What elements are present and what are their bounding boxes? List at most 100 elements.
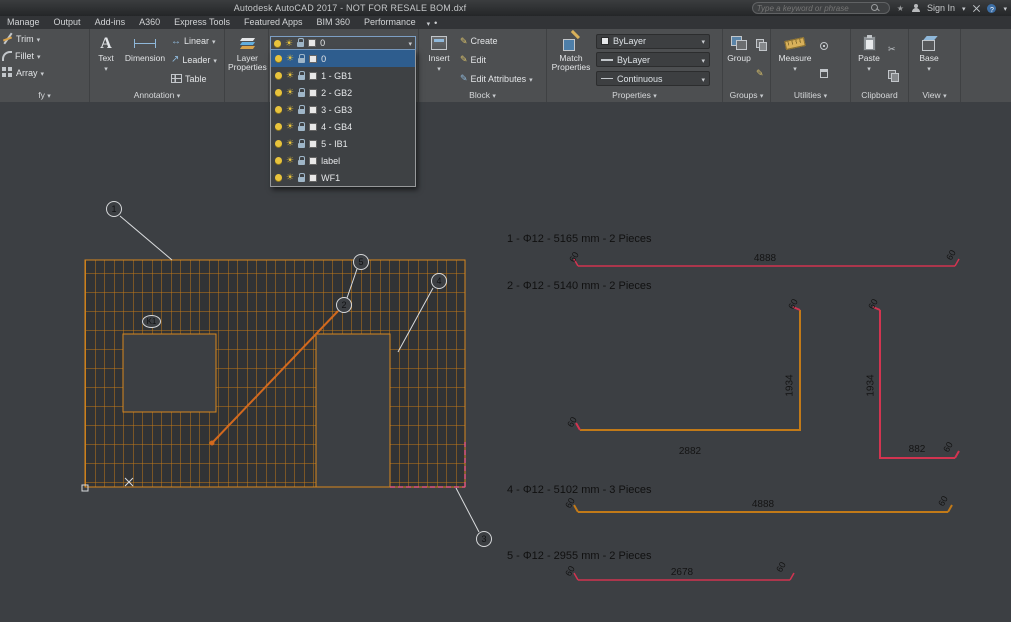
ribbon-options-caret-icon[interactable] bbox=[427, 18, 431, 28]
tab-performance[interactable]: Performance bbox=[357, 16, 423, 29]
layer-row-gb4[interactable]: 4 - GB4 bbox=[271, 118, 415, 135]
layer-on-icon[interactable] bbox=[275, 55, 282, 62]
layer-row-ib1[interactable]: 5 - IB1 bbox=[271, 135, 415, 152]
model-space-canvas[interactable]: 1 5 2 4 K1 3 1 - Φ12 - 5165 mm - 2 Piece… bbox=[0, 102, 1011, 622]
edit-attributes-caret-icon[interactable] bbox=[529, 74, 533, 84]
layer-lock-icon[interactable] bbox=[298, 160, 305, 165]
modify-panel-footer[interactable]: fy bbox=[0, 89, 89, 102]
tab-a360[interactable]: A360 bbox=[132, 16, 167, 29]
table-button[interactable]: Table bbox=[171, 70, 217, 87]
tab-featured-apps[interactable]: Featured Apps bbox=[237, 16, 310, 29]
fillet-button[interactable]: Fillet bbox=[2, 47, 87, 64]
layer-color-swatch[interactable] bbox=[309, 123, 317, 131]
layer-row-label[interactable]: label bbox=[271, 152, 415, 169]
trim-button[interactable]: Trim bbox=[2, 30, 87, 47]
layer-color-swatch[interactable] bbox=[309, 89, 317, 97]
edit-block-button[interactable]: Edit bbox=[460, 51, 533, 68]
measure-button[interactable]: Measure bbox=[774, 31, 816, 89]
favorites-icon[interactable] bbox=[897, 3, 904, 13]
match-properties-button[interactable]: Match Properties bbox=[550, 31, 592, 89]
tab-bim360[interactable]: BIM 360 bbox=[310, 16, 358, 29]
copy-icon[interactable] bbox=[888, 70, 899, 81]
create-block-button[interactable]: Create bbox=[460, 33, 533, 50]
id-point-icon[interactable] bbox=[820, 42, 828, 50]
layer-row-gb3[interactable]: 3 - GB3 bbox=[271, 101, 415, 118]
layer-thaw-icon[interactable] bbox=[286, 71, 294, 80]
sign-in-label[interactable]: Sign In bbox=[927, 3, 955, 13]
insert-caret-icon[interactable] bbox=[437, 64, 441, 74]
layer-combo-caret-icon[interactable] bbox=[408, 38, 412, 48]
layer-thaw-icon[interactable] bbox=[286, 54, 294, 63]
layer-lock-icon[interactable] bbox=[298, 143, 305, 148]
leader-button[interactable]: Leader bbox=[171, 51, 217, 68]
layer-row-gb1[interactable]: 1 - GB1 bbox=[271, 67, 415, 84]
layer-on-icon[interactable] bbox=[275, 89, 282, 96]
search-icon[interactable] bbox=[871, 4, 880, 13]
insert-button[interactable]: Insert bbox=[422, 31, 456, 89]
utilities-panel-footer[interactable]: Utilities bbox=[771, 89, 850, 102]
layer-thaw-icon[interactable] bbox=[285, 39, 293, 48]
layer-on-icon[interactable] bbox=[275, 174, 282, 181]
layer-color-swatch[interactable] bbox=[309, 140, 317, 148]
ungroup-icon[interactable] bbox=[756, 39, 767, 50]
sign-in-caret-icon[interactable] bbox=[962, 3, 966, 13]
tab-output[interactable]: Output bbox=[47, 16, 88, 29]
layer-lock-icon[interactable] bbox=[298, 92, 305, 97]
layer-color-swatch[interactable] bbox=[308, 39, 316, 47]
dimension-button[interactable]: Dimension bbox=[123, 31, 167, 89]
groups-panel-footer[interactable]: Groups bbox=[723, 89, 770, 102]
layer-color-swatch[interactable] bbox=[309, 174, 317, 182]
layer-thaw-icon[interactable] bbox=[286, 173, 294, 182]
layer-color-swatch[interactable] bbox=[309, 157, 317, 165]
close-icon[interactable] bbox=[972, 4, 980, 12]
trim-caret-icon[interactable] bbox=[37, 34, 41, 44]
text-button[interactable]: A Text bbox=[93, 31, 119, 89]
measure-caret-icon[interactable] bbox=[793, 64, 797, 74]
object-color-select[interactable]: ByLayer bbox=[596, 34, 710, 49]
tab-manage[interactable]: Manage bbox=[0, 16, 47, 29]
layer-color-swatch[interactable] bbox=[309, 72, 317, 80]
layer-select-combo[interactable]: 0 bbox=[270, 36, 416, 50]
help-search-box[interactable] bbox=[752, 2, 890, 14]
edit-attributes-button[interactable]: Edit Attributes bbox=[460, 70, 533, 87]
ribbon-pin-icon[interactable] bbox=[434, 18, 437, 28]
block-panel-footer[interactable]: Block bbox=[419, 89, 546, 102]
user-icon[interactable] bbox=[911, 4, 920, 13]
layer-on-icon[interactable] bbox=[275, 106, 282, 113]
view-panel-footer[interactable]: View bbox=[909, 89, 960, 102]
layer-thaw-icon[interactable] bbox=[286, 105, 294, 114]
layer-on-icon[interactable] bbox=[275, 123, 282, 130]
linetype-select[interactable]: Continuous bbox=[596, 71, 710, 86]
layer-on-icon[interactable] bbox=[275, 140, 282, 147]
leader-caret-icon[interactable] bbox=[213, 55, 217, 65]
layer-lock-icon[interactable] bbox=[297, 42, 304, 47]
layer-lock-icon[interactable] bbox=[298, 75, 305, 80]
group-button[interactable]: Group bbox=[726, 31, 752, 89]
lineweight-select[interactable]: ByLayer bbox=[596, 52, 710, 67]
array-caret-icon[interactable] bbox=[41, 68, 45, 78]
base-button[interactable]: Base bbox=[912, 31, 946, 89]
linear-caret-icon[interactable] bbox=[212, 36, 216, 46]
layer-properties-button[interactable]: Layer Properties bbox=[228, 31, 267, 89]
annotation-panel-footer[interactable]: Annotation bbox=[90, 89, 224, 102]
layer-lock-icon[interactable] bbox=[298, 126, 305, 131]
paste-button[interactable]: Paste bbox=[854, 31, 884, 89]
quick-calc-icon[interactable] bbox=[820, 69, 828, 78]
linetype-caret-icon[interactable] bbox=[701, 74, 705, 84]
layer-thaw-icon[interactable] bbox=[286, 122, 294, 131]
properties-panel-footer[interactable]: Properties bbox=[547, 89, 722, 102]
layer-row-0[interactable]: 0 bbox=[271, 50, 415, 67]
layer-row-wf1[interactable]: WF1 bbox=[271, 169, 415, 186]
help-caret-icon[interactable] bbox=[1003, 3, 1007, 13]
layer-color-swatch[interactable] bbox=[309, 106, 317, 114]
tab-add-ins[interactable]: Add-ins bbox=[88, 16, 133, 29]
layer-on-icon[interactable] bbox=[275, 157, 282, 164]
group-edit-icon[interactable] bbox=[756, 63, 767, 81]
layer-row-gb2[interactable]: 2 - GB2 bbox=[271, 84, 415, 101]
layer-color-swatch[interactable] bbox=[309, 55, 317, 63]
help-icon[interactable] bbox=[987, 4, 996, 13]
array-button[interactable]: Array bbox=[2, 64, 87, 81]
layer-on-icon[interactable] bbox=[274, 40, 281, 47]
base-caret-icon[interactable] bbox=[927, 64, 931, 74]
tab-express-tools[interactable]: Express Tools bbox=[167, 16, 237, 29]
